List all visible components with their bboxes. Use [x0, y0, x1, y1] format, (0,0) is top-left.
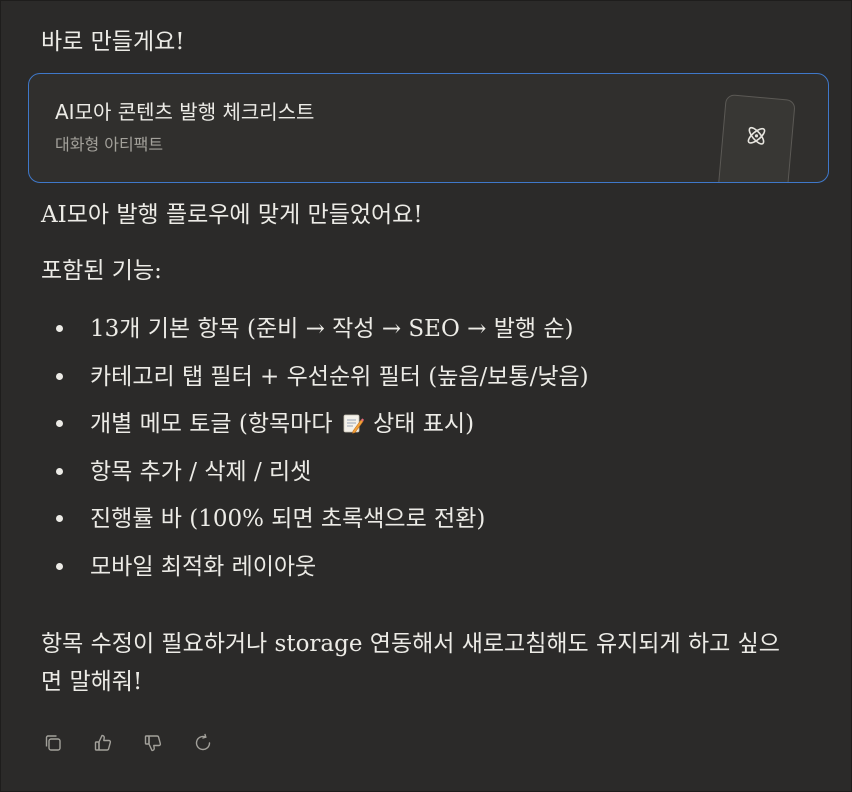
- list-item: 모바일 최적화 레이아웃: [41, 549, 589, 597]
- bullet-dot: [56, 562, 63, 570]
- bullet-dot: [56, 325, 63, 332]
- feature-text: 13개 기본 항목 (준비 → 작성 → SEO → 발행 순): [90, 316, 574, 342]
- message-intro: 바로 만들게요!: [41, 29, 185, 55]
- feature-text: 진행률 바 (100% 되면 초록색으로 전환): [90, 506, 486, 532]
- artifact-subtitle: 대화형 아티팩트: [55, 135, 164, 154]
- feature-text: 카테고리 탭 필터 + 우선순위 필터 (높음/보통/낮음): [90, 363, 589, 390]
- message-actions: [41, 731, 215, 755]
- bullet-dot: [56, 420, 63, 427]
- feature-text-after: 상태 표시): [373, 411, 475, 437]
- artifact-card[interactable]: AI모아 콘텐츠 발행 체크리스트 대화형 아티팩트: [28, 73, 829, 183]
- artifact-thumbnail: [716, 94, 796, 182]
- bullet-dot: [56, 515, 63, 522]
- thumbs-up-button[interactable]: [91, 731, 115, 755]
- list-item: 항목 추가 / 삭제 / 리셋: [41, 454, 589, 502]
- copy-icon: [45, 735, 61, 751]
- summary-text: AI모아 발행 플로우에 맞게 만들었어요!: [41, 202, 423, 228]
- thumbs-up-icon: [94, 734, 112, 751]
- list-item: 개별 메모 토글 (항목마다 상태 표시): [41, 406, 589, 454]
- retry-button[interactable]: [191, 731, 215, 755]
- bullet-dot: [56, 467, 63, 475]
- feature-text: 항목 추가 / 삭제 / 리셋: [90, 458, 312, 485]
- retry-icon: [195, 733, 211, 751]
- feature-text-before: 개별 메모 토글 (항목마다: [90, 411, 333, 437]
- thumbs-down-button[interactable]: [141, 731, 165, 755]
- list-item: 진행률 바 (100% 되면 초록색으로 전환): [41, 501, 589, 549]
- artifact-title: AI모아 콘텐츠 발행 체크리스트: [55, 100, 315, 124]
- features-list: 13개 기본 항목 (준비 → 작성 → SEO → 발행 순) 카테고리 탭 …: [41, 311, 589, 596]
- bullet-dot: [56, 372, 63, 380]
- list-item: 13개 기본 항목 (준비 → 작성 → SEO → 발행 순): [41, 311, 589, 359]
- memo-icon: [343, 414, 364, 434]
- list-item: 카테고리 탭 필터 + 우선순위 필터 (높음/보통/낮음): [41, 359, 589, 407]
- closing-text: 항목 수정이 필요하거나 storage 연동해서 새로고침해도 유지되게 하고…: [41, 631, 780, 695]
- feature-text: 모바일 최적화 레이아웃: [90, 553, 317, 580]
- atom-icon: [747, 126, 766, 145]
- copy-button[interactable]: [41, 731, 65, 755]
- features-heading: 포함된 기능:: [41, 258, 162, 284]
- thumbs-down-icon: [144, 735, 162, 752]
